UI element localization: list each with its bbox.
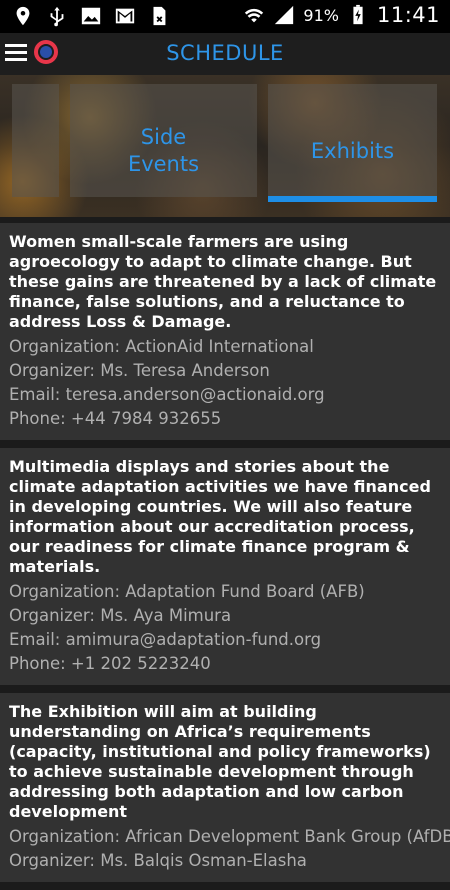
image-icon <box>81 7 101 25</box>
tab-side-events-label: Side Events <box>127 125 200 176</box>
usb-icon <box>50 6 64 27</box>
exhibit-phone: Phone: +44 7984 932655 <box>9 409 222 428</box>
battery-charging-icon <box>353 4 363 25</box>
exhibit-description: The Exhibition will aim at building unde… <box>9 702 431 821</box>
exhibit-email: Email: amimura@adaptation-fund.org <box>9 630 322 649</box>
notification-icons <box>12 5 170 27</box>
battery-percentage: 91% <box>303 5 339 25</box>
location-pin-icon <box>16 6 30 26</box>
tab-exhibits-label: Exhibits <box>310 139 395 163</box>
sim-icon <box>153 6 166 26</box>
exhibit-email: Email: teresa.anderson@actionaid.org <box>9 385 325 404</box>
wifi-icon <box>245 8 264 23</box>
system-status: 91% 11:41 <box>243 3 440 27</box>
list-item[interactable]: The Exhibition will aim at building unde… <box>0 693 450 882</box>
clock: 11:41 <box>376 3 440 27</box>
app-bar: SCHEDULE <box>0 33 450 75</box>
exhibit-organizer: Organizer: Ms. Teresa Anderson <box>9 361 270 380</box>
tab-side-events[interactable]: Side Events <box>70 84 257 197</box>
list-item[interactable]: Multimedia displays and stories about th… <box>0 448 450 685</box>
exhibit-description: Women small-scale farmers are using agro… <box>9 232 437 331</box>
status-bar: 91% 11:41 <box>0 0 450 33</box>
exhibit-organization: Organization: ActionAid International <box>9 337 314 356</box>
exhibit-organizer: Organizer: Ms. Balqis Osman-Elasha <box>9 851 307 870</box>
tab-partial-left[interactable] <box>12 84 59 197</box>
exhibit-organization: Organization: African Development Bank G… <box>9 827 450 846</box>
exhibit-description: Multimedia displays and stories about th… <box>9 457 431 576</box>
gmail-icon <box>115 8 135 24</box>
selected-tab-indicator <box>268 196 437 202</box>
exhibit-phone: Phone: +1 202 5223240 <box>9 654 211 673</box>
list-item[interactable]: Women small-scale farmers are using agro… <box>0 223 450 440</box>
exhibit-organization: Organization: Adaptation Fund Board (AFB… <box>9 582 365 601</box>
exhibit-organizer: Organizer: Ms. Aya Mimura <box>9 606 232 625</box>
signal-icon <box>275 5 294 25</box>
tab-exhibits[interactable]: Exhibits <box>268 84 437 197</box>
page-title: SCHEDULE <box>166 41 284 65</box>
exhibits-list[interactable]: Women small-scale farmers are using agro… <box>0 223 450 890</box>
